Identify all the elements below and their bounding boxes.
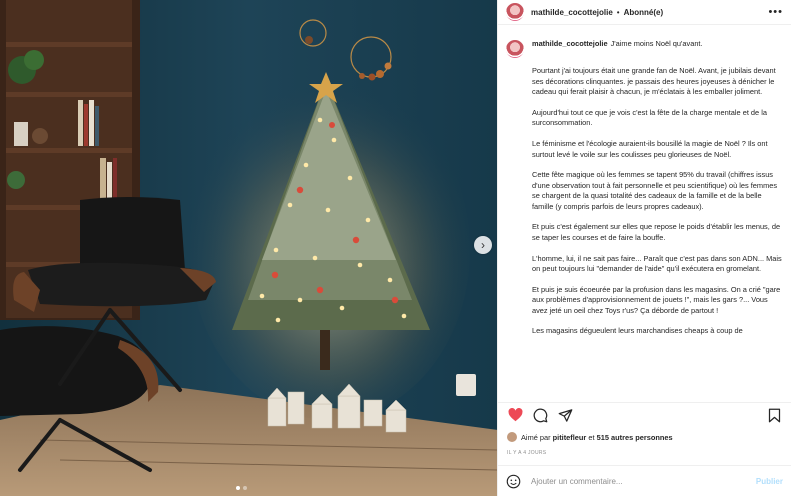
chevron-right-icon: ›	[481, 238, 485, 252]
caption-paragraph: L'homme, lui, il ne sait pas faire... Pa…	[532, 253, 782, 274]
carousel-next-button[interactable]: ›	[474, 236, 492, 254]
caption-paragraph: Pourtant j'ai toujours était une grande …	[532, 66, 776, 97]
header-separator: •	[616, 7, 620, 17]
instagram-post: › mathilde_cocottejolie • Abonné(e) ••• …	[0, 0, 791, 496]
heart-icon[interactable]	[507, 407, 523, 423]
more-options-icon[interactable]: •••	[768, 6, 783, 18]
caption-paragraph: Et puis je suis écoeurée par la profusio…	[532, 284, 781, 315]
carousel-dot	[236, 486, 240, 490]
caption-paragraph: mathilde_cocottejolie J'aime moins Noël q…	[532, 39, 783, 49]
post-side-panel: mathilde_cocottejolie • Abonné(e) ••• ma…	[497, 0, 791, 496]
comment-input[interactable]: Ajouter un commentaire...	[531, 477, 623, 486]
share-icon[interactable]	[557, 407, 573, 423]
comment-form: Ajouter un commentaire... Publier	[498, 465, 791, 496]
caption-paragraph: Cette fête magique où les femmes se tape…	[532, 170, 778, 211]
liker-username[interactable]: pititefleur	[553, 433, 587, 442]
caption: mathilde_cocottejolie J'aime moins Noël q…	[506, 39, 783, 347]
christmas-tree-photo	[0, 0, 497, 496]
post-header: mathilde_cocottejolie • Abonné(e) •••	[498, 0, 791, 25]
caption-username[interactable]: mathilde_cocottejolie	[532, 39, 608, 48]
bookmark-icon[interactable]	[766, 407, 782, 423]
avatar[interactable]	[506, 40, 524, 58]
emoji-icon[interactable]	[506, 474, 521, 489]
caption-scroll-area[interactable]: mathilde_cocottejolie J'aime moins Noël q…	[498, 25, 791, 399]
comment-icon[interactable]	[532, 407, 548, 423]
carousel-dots	[236, 486, 247, 490]
avatar[interactable]	[506, 3, 524, 21]
publish-button[interactable]: Publier	[756, 477, 783, 486]
avatar[interactable]	[507, 432, 517, 442]
caption-first-line: J'aime moins Noël qu'avant.	[610, 39, 703, 48]
action-bar	[498, 402, 791, 427]
follow-status-button[interactable]: Abonné(e)	[624, 8, 664, 17]
caption-paragraph: Le féminisme et l'écologie auraient-ils …	[532, 139, 768, 159]
header-username[interactable]: mathilde_cocottejolie	[531, 8, 613, 17]
caption-text: mathilde_cocottejolie J'aime moins Noël q…	[532, 39, 783, 347]
carousel-dot	[243, 486, 247, 490]
caption-paragraph: Les magasins dégueulent leurs marchandis…	[532, 326, 743, 336]
likes-count-link[interactable]: 515 autres personnes	[597, 433, 673, 442]
likes-conjunction: et	[588, 432, 595, 442]
likes-prefix: Aimé par	[521, 432, 551, 442]
post-timestamp[interactable]: IL Y A 4 JOURS	[498, 445, 791, 465]
caption-paragraph: Et puis c'est également sur elles que re…	[532, 222, 781, 242]
likes-summary: Aimé par pititefleur et 515 autres perso…	[498, 427, 791, 445]
post-photo[interactable]: ›	[0, 0, 497, 496]
caption-paragraph: Aujourd'hui tout ce que je vois c'est la…	[532, 108, 767, 128]
